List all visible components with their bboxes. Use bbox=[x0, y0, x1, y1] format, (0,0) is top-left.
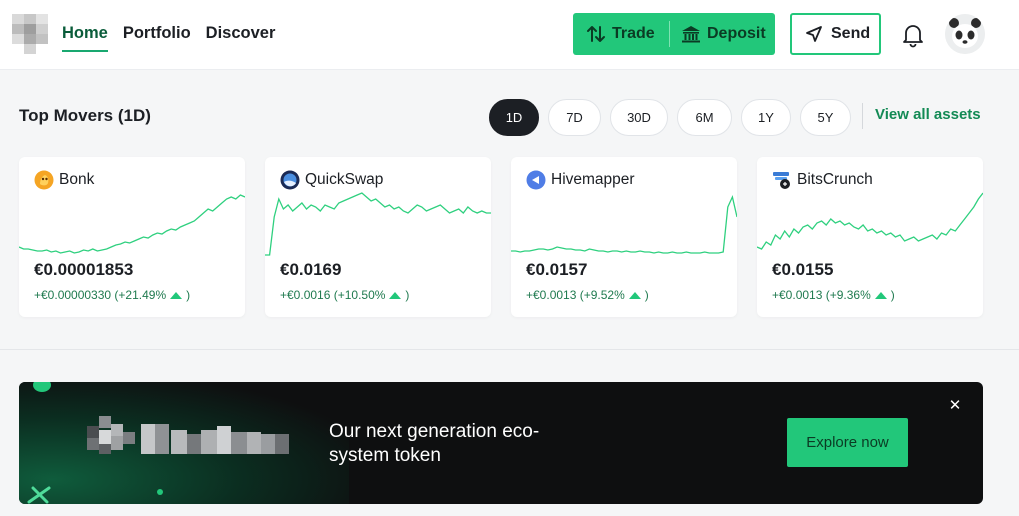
asset-change-value: +€0.0016 (+10.50% bbox=[280, 288, 386, 302]
explore-now-button[interactable]: Explore now bbox=[787, 418, 908, 467]
swap-arrows-icon bbox=[587, 26, 605, 42]
send-button-label: Send bbox=[831, 25, 871, 42]
asset-card-quickswap[interactable]: QuickSwap €0.0169 +€0.0016 (+10.50% ) bbox=[265, 157, 491, 317]
banner-headline: Our next generation eco-system token bbox=[329, 421, 540, 466]
asset-change: +€0.0013 (+9.52% ) bbox=[526, 288, 649, 302]
send-arrow-icon bbox=[806, 26, 822, 42]
asset-change: +€0.00000330 (+21.49% ) bbox=[34, 288, 190, 302]
asset-change-close: ) bbox=[890, 288, 895, 302]
range-selector: 1D 7D 30D 6M 1Y 5Y bbox=[489, 99, 851, 136]
nav-home[interactable]: Home bbox=[62, 24, 108, 52]
close-icon[interactable]: ✕ bbox=[947, 398, 963, 414]
range-6m[interactable]: 6M bbox=[677, 99, 732, 136]
trade-deposit-group: Trade Deposit bbox=[573, 13, 775, 55]
asset-price: €0.0155 bbox=[772, 260, 834, 279]
range-30d[interactable]: 30D bbox=[610, 99, 668, 136]
range-1d[interactable]: 1D bbox=[489, 99, 539, 136]
asset-change-close: ) bbox=[186, 288, 191, 302]
asset-card-hivemapper[interactable]: Hivemapper €0.0157 +€0.0013 (+9.52% ) bbox=[511, 157, 737, 317]
up-triangle-icon bbox=[874, 291, 887, 299]
sparkline-path bbox=[265, 192, 491, 256]
asset-price: €0.0169 bbox=[280, 260, 342, 279]
main-nav: Home Portfolio Discover bbox=[62, 24, 275, 52]
range-divider bbox=[862, 103, 863, 129]
asset-change-close: ) bbox=[644, 288, 649, 302]
range-5y[interactable]: 5Y bbox=[800, 99, 851, 136]
asset-change-value: +€0.0013 (+9.52% bbox=[526, 288, 625, 302]
sparkline-chart bbox=[265, 192, 491, 256]
nav-discover[interactable]: Discover bbox=[206, 24, 276, 52]
top-header: Home Portfolio Discover Trade Deposit Se… bbox=[0, 0, 1019, 70]
app-logo[interactable] bbox=[12, 14, 48, 54]
section-divider bbox=[0, 349, 1019, 350]
brand-logo-blurred bbox=[87, 416, 297, 472]
deposit-button[interactable]: Deposit bbox=[670, 13, 766, 55]
asset-card-bitscrunch[interactable]: BitsCrunch €0.0155 +€0.0013 (+9.36% ) bbox=[757, 157, 983, 317]
sparkline-chart bbox=[511, 194, 737, 254]
send-button[interactable]: Send bbox=[790, 13, 881, 55]
asset-change-close: ) bbox=[405, 288, 410, 302]
asset-card-bonk[interactable]: Bonk €0.00001853 +€0.00000330 (+21.49% ) bbox=[19, 157, 245, 317]
range-1y[interactable]: 1Y bbox=[741, 99, 791, 136]
sparkline-chart bbox=[757, 192, 983, 250]
up-triangle-icon bbox=[628, 291, 641, 299]
range-7d[interactable]: 7D bbox=[548, 99, 601, 136]
sparkline-path bbox=[511, 194, 737, 254]
sparkle-icon bbox=[27, 486, 51, 504]
trade-button[interactable]: Trade bbox=[573, 13, 669, 55]
bank-icon bbox=[682, 26, 700, 43]
avatar[interactable] bbox=[945, 14, 985, 54]
trade-button-label: Trade bbox=[612, 25, 655, 42]
nav-portfolio[interactable]: Portfolio bbox=[123, 24, 191, 52]
sparkline-path bbox=[757, 192, 983, 250]
asset-change-value: +€0.0013 (+9.36% bbox=[772, 288, 871, 302]
sparkline-path bbox=[19, 194, 245, 254]
bell-icon[interactable] bbox=[901, 22, 925, 48]
promo-banner: Our next generation eco-system token Exp… bbox=[19, 382, 983, 504]
up-triangle-icon bbox=[170, 291, 183, 299]
asset-price: €0.0157 bbox=[526, 260, 588, 279]
asset-change-value: +€0.00000330 (+21.49% bbox=[34, 288, 167, 302]
asset-change: +€0.0016 (+10.50% ) bbox=[280, 288, 409, 302]
up-triangle-icon bbox=[389, 291, 402, 299]
asset-price: €0.00001853 bbox=[34, 260, 134, 279]
decor-dot bbox=[157, 489, 163, 495]
panda-avatar-icon bbox=[945, 14, 985, 54]
view-all-assets-link[interactable]: View all assets bbox=[875, 106, 981, 123]
deposit-button-label: Deposit bbox=[707, 25, 766, 42]
sparkline-chart bbox=[19, 194, 245, 254]
section-title-top-movers: Top Movers (1D) bbox=[19, 106, 151, 125]
asset-change: +€0.0013 (+9.36% ) bbox=[772, 288, 895, 302]
